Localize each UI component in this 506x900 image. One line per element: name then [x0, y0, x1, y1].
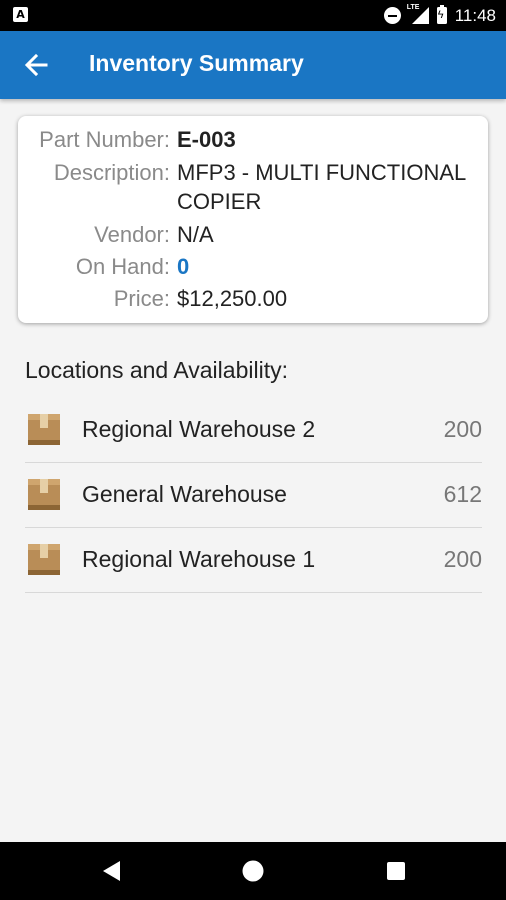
box-icon	[27, 413, 61, 446]
clock: 11:48	[454, 5, 496, 25]
inventory-details-card: Part Number: E-003 Description: MFP3 - M…	[18, 116, 488, 323]
price-value: $12,250.00	[177, 286, 288, 311]
price-label: Price:	[113, 286, 170, 311]
location-qty: 200	[443, 416, 482, 442]
locations-heading: Locations and Availability:	[25, 357, 288, 383]
nav-recents-icon[interactable]	[384, 859, 408, 883]
location-name: Regional Warehouse 2	[82, 416, 316, 442]
part-number-label: Part Number:	[39, 127, 170, 152]
status-icons: LTE ϟ 11:48	[383, 0, 496, 31]
location-qty: 612	[443, 481, 482, 507]
app-bar: Inventory Summary	[0, 31, 506, 99]
vendor-label: Vendor:	[94, 222, 170, 247]
battery-icon: ϟ	[436, 5, 447, 24]
on-hand-label: On Hand:	[75, 254, 170, 279]
system-nav-bar	[0, 842, 506, 900]
location-qty: 200	[443, 546, 482, 572]
description-value-line2: COPIER	[177, 189, 262, 214]
part-number-value: E-003	[177, 127, 236, 152]
location-name: General Warehouse	[82, 481, 287, 507]
vendor-value: N/A	[177, 222, 214, 247]
do-not-disturb-icon	[383, 7, 401, 24]
list-item[interactable]: General Warehouse 612	[25, 463, 482, 528]
list-item[interactable]: Regional Warehouse 1 200	[25, 528, 482, 593]
box-icon	[27, 478, 61, 511]
description-label: Description:	[53, 160, 170, 185]
box-icon	[27, 543, 61, 576]
list-item[interactable]: Regional Warehouse 2 200	[25, 398, 482, 463]
signal-icon: LTE	[406, 4, 429, 24]
network-type: LTE	[406, 4, 420, 11]
nav-home-icon[interactable]	[241, 859, 265, 883]
location-name: Regional Warehouse 1	[82, 546, 316, 572]
description-value-line1: MFP3 - MULTI FUNCTIONAL	[177, 160, 467, 185]
status-bar: A LTE ϟ 11:48	[0, 0, 506, 31]
nav-back-icon[interactable]	[100, 859, 124, 883]
notification-icon: A	[13, 7, 28, 22]
page-title: Inventory Summary	[89, 50, 304, 76]
on-hand-value[interactable]: 0	[177, 252, 487, 282]
arrow-left-icon[interactable]	[22, 51, 50, 79]
